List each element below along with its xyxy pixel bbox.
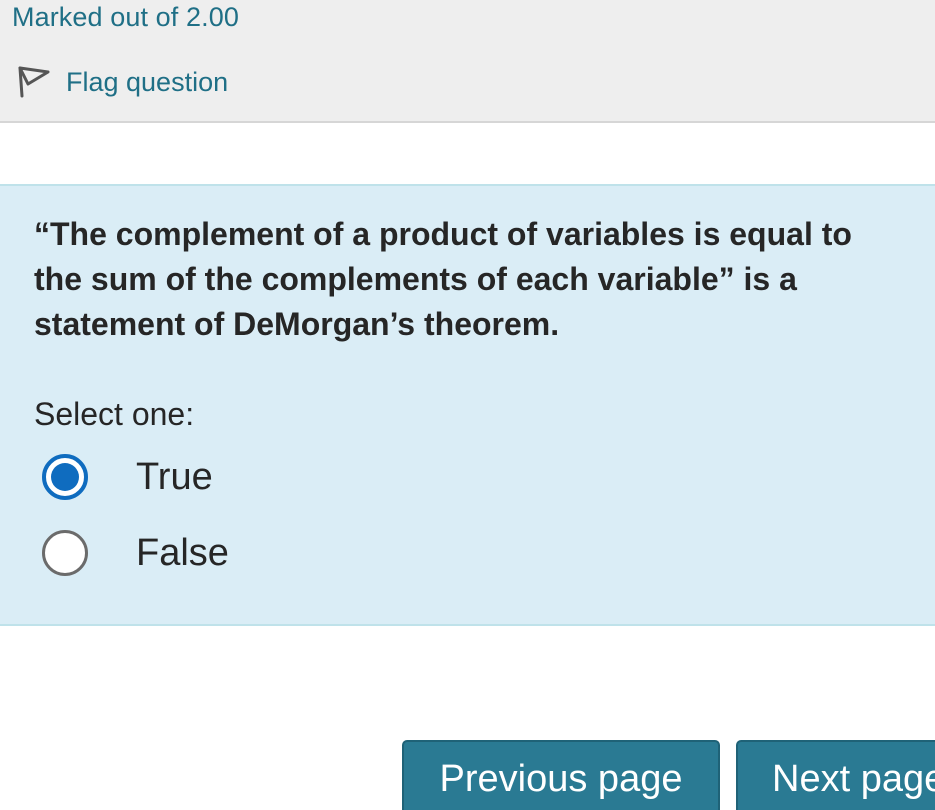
flag-icon — [18, 66, 50, 98]
next-page-button[interactable]: Next page — [736, 740, 935, 810]
radio-false[interactable] — [42, 530, 88, 576]
answer-option-false[interactable]: False — [42, 528, 402, 578]
select-one-prompt: Select one: — [34, 396, 195, 432]
flag-question-label: Flag question — [66, 66, 229, 97]
answer-label-true: True — [136, 455, 213, 498]
flag-question-link[interactable]: Flag question — [14, 62, 228, 102]
radio-true[interactable] — [42, 454, 88, 500]
marked-out-of: Marked out of 2.00 — [12, 2, 239, 32]
answer-option-true[interactable]: True — [42, 452, 402, 502]
question-info: Marked out of 2.00 Flag question — [0, 0, 935, 123]
previous-page-button[interactable]: Previous page — [402, 740, 720, 810]
answer-label-false: False — [136, 531, 229, 574]
question-text: “The complement of a product of variable… — [34, 216, 852, 342]
question-content: “The complement of a product of variable… — [0, 184, 935, 626]
quiz-page: Marked out of 2.00 Flag question “The co… — [0, 0, 935, 810]
